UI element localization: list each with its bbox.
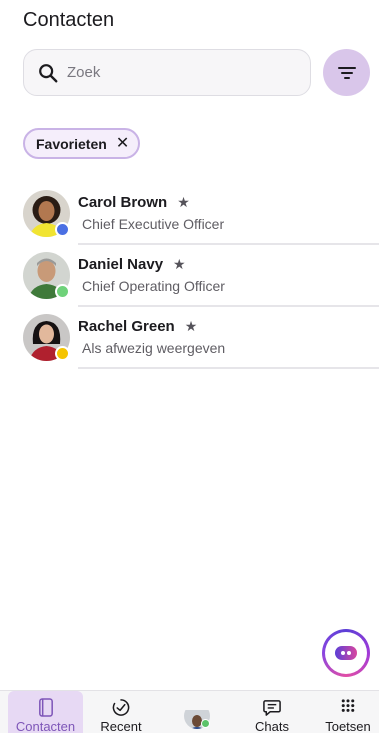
bottom-navigation: Contacten Recent Chats Toetsen bbox=[0, 690, 379, 733]
search-input[interactable] bbox=[67, 64, 267, 81]
close-icon[interactable]: ✕ bbox=[116, 135, 129, 152]
favorites-filter-chip[interactable]: Favorieten ✕ bbox=[23, 128, 141, 159]
nav-item-toetsen[interactable]: Toetsen bbox=[320, 691, 376, 733]
favorite-star-icon: ★ bbox=[177, 194, 190, 210]
nav-item-recent[interactable]: Recent bbox=[92, 691, 150, 733]
contact-row-rachel-green[interactable]: Rachel Green ★ Als afwezig weergeven bbox=[0, 307, 379, 369]
nav-label: Contacten bbox=[15, 719, 76, 733]
nav-label: Chats bbox=[255, 719, 289, 733]
nav-item-chats[interactable]: Chats bbox=[248, 691, 296, 733]
presence-dot bbox=[201, 719, 210, 728]
search-field[interactable] bbox=[23, 49, 311, 96]
recent-check-icon bbox=[112, 699, 130, 716]
filter-button[interactable] bbox=[323, 49, 370, 96]
divider bbox=[78, 367, 379, 369]
contact-subtitle: Chief Executive Officer bbox=[82, 216, 225, 232]
copilot-button[interactable] bbox=[322, 629, 370, 677]
copilot-icon bbox=[335, 646, 357, 660]
nav-item-contacten[interactable]: Contacten bbox=[8, 691, 83, 733]
contact-subtitle: Chief Operating Officer bbox=[82, 278, 225, 294]
contact-subtitle: Als afwezig weergeven bbox=[82, 340, 226, 356]
page-title: Contacten bbox=[23, 9, 115, 31]
contact-row-carol-brown[interactable]: Carol Brown ★ Chief Executive Officer bbox=[0, 183, 379, 245]
chat-bubble-icon bbox=[263, 700, 281, 716]
dialpad-icon bbox=[341, 699, 355, 712]
nav-label: Recent bbox=[100, 719, 142, 733]
contact-name: Daniel Navy bbox=[78, 256, 164, 273]
contact-list: Carol Brown ★ Chief Executive Officer Da… bbox=[0, 183, 379, 369]
chip-label: Favorieten bbox=[36, 135, 107, 152]
nav-item-profile[interactable] bbox=[180, 691, 214, 733]
presence-dot bbox=[55, 284, 70, 299]
contact-row-daniel-navy[interactable]: Daniel Navy ★ Chief Operating Officer bbox=[0, 245, 379, 307]
presence-dot bbox=[55, 346, 70, 361]
filter-icon bbox=[337, 66, 356, 79]
search-icon bbox=[39, 63, 58, 82]
nav-label: Toetsen bbox=[325, 719, 371, 733]
contact-name: Rachel Green bbox=[78, 318, 175, 335]
favorite-star-icon: ★ bbox=[184, 318, 198, 334]
presence-dot bbox=[55, 222, 70, 237]
contact-name: Carol Brown bbox=[78, 194, 168, 211]
favorite-star-icon: ★ bbox=[173, 256, 186, 272]
contacts-book-icon bbox=[38, 698, 53, 717]
